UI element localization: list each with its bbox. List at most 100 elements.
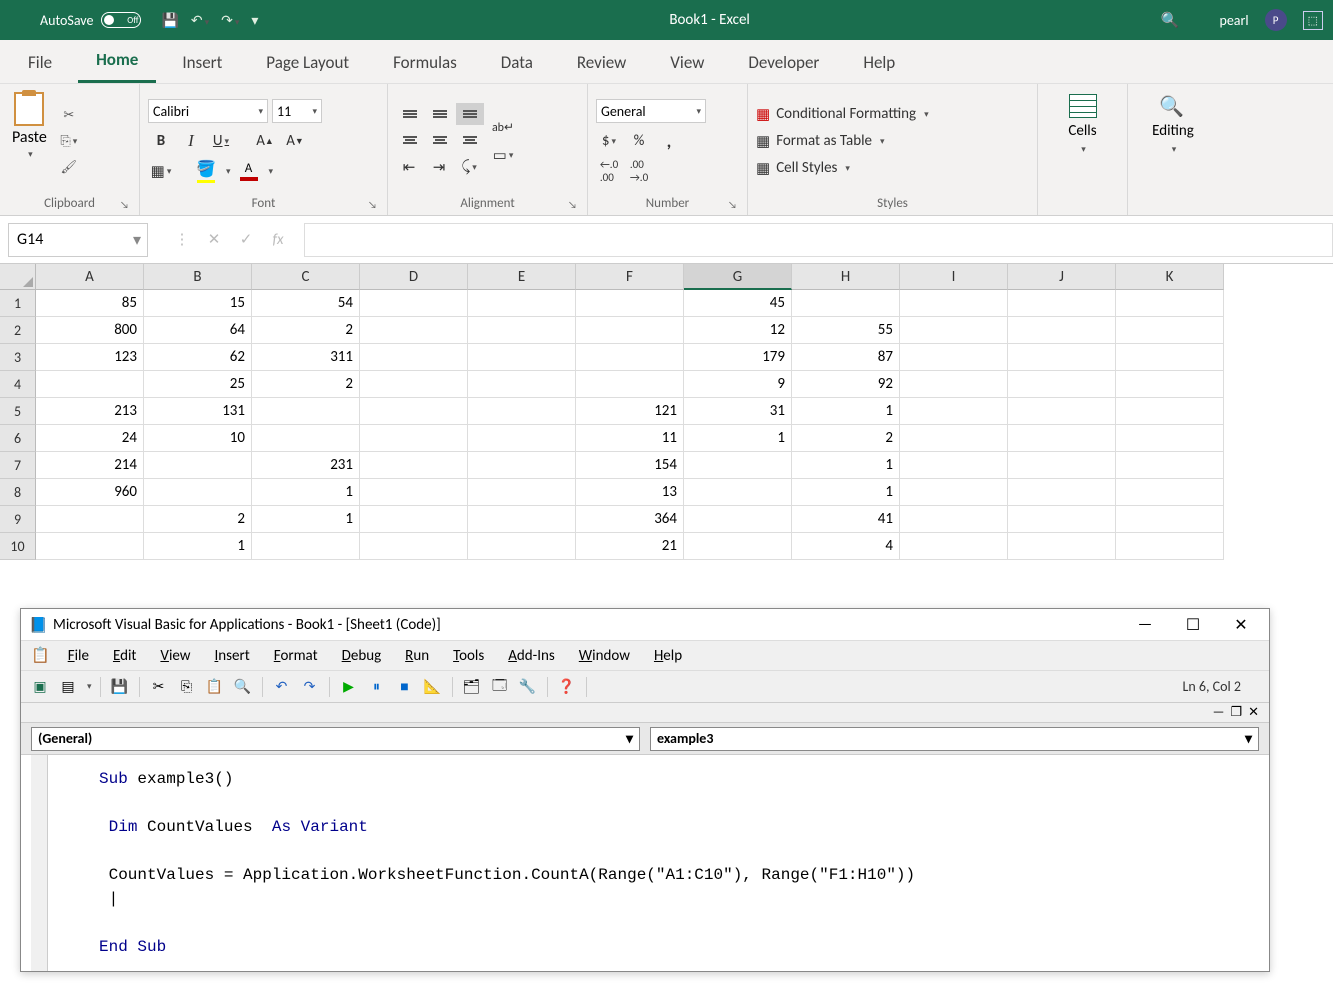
design-mode-icon[interactable]: 📐 bbox=[422, 676, 444, 698]
cell[interactable]: 9 bbox=[684, 371, 792, 398]
vba-menu-format[interactable]: Format bbox=[264, 645, 328, 667]
row-header-3[interactable]: 3 bbox=[0, 344, 36, 371]
cell[interactable]: 54 bbox=[252, 290, 360, 317]
cell[interactable] bbox=[144, 479, 252, 506]
paste-icon[interactable]: 📋 bbox=[204, 676, 226, 698]
save-icon[interactable]: 💾 bbox=[109, 676, 131, 698]
cell[interactable] bbox=[1116, 506, 1224, 533]
row-header-2[interactable]: 2 bbox=[0, 317, 36, 344]
vba-menu-insert[interactable]: Insert bbox=[205, 645, 260, 667]
font-size-select[interactable]: 11▾ bbox=[272, 99, 322, 123]
cell[interactable] bbox=[468, 344, 576, 371]
cell[interactable] bbox=[468, 425, 576, 452]
cell[interactable] bbox=[144, 452, 252, 479]
orientation-button[interactable]: ⤹▾ bbox=[456, 155, 482, 179]
bold-button[interactable]: B bbox=[148, 129, 174, 153]
number-format-select[interactable]: General▾ bbox=[596, 99, 706, 123]
cell[interactable] bbox=[252, 398, 360, 425]
cell[interactable] bbox=[36, 371, 144, 398]
cell[interactable]: 2 bbox=[252, 317, 360, 344]
cell[interactable]: 1 bbox=[792, 398, 900, 425]
ribbon-display-icon[interactable]: ⬚ bbox=[1303, 11, 1323, 30]
cell[interactable] bbox=[1116, 533, 1224, 560]
cell[interactable]: 131 bbox=[144, 398, 252, 425]
cell[interactable]: 311 bbox=[252, 344, 360, 371]
cell[interactable] bbox=[1008, 533, 1116, 560]
maximize-button[interactable]: ☐ bbox=[1173, 615, 1213, 635]
cell[interactable]: 62 bbox=[144, 344, 252, 371]
cell[interactable] bbox=[1116, 425, 1224, 452]
cell[interactable] bbox=[1116, 344, 1224, 371]
cell[interactable]: 1 bbox=[252, 479, 360, 506]
increase-font-button[interactable]: A▲ bbox=[252, 129, 278, 153]
vba-menu-run[interactable]: Run bbox=[395, 645, 439, 667]
col-header-K[interactable]: K bbox=[1116, 264, 1224, 290]
merge-center-button[interactable]: ▭▾ bbox=[490, 143, 516, 167]
cell[interactable] bbox=[1116, 452, 1224, 479]
fill-color-button[interactable]: 🪣 bbox=[192, 159, 220, 183]
cell[interactable] bbox=[900, 425, 1008, 452]
col-header-J[interactable]: J bbox=[1008, 264, 1116, 290]
cell[interactable] bbox=[900, 290, 1008, 317]
fx-icon[interactable]: fx bbox=[262, 225, 294, 255]
cell[interactable] bbox=[576, 317, 684, 344]
search-icon[interactable]: 🔍 bbox=[1161, 11, 1180, 30]
font-name-select[interactable]: Calibri▾ bbox=[148, 99, 268, 123]
decrease-indent-button[interactable]: ⇤ bbox=[396, 155, 422, 179]
cell[interactable]: 21 bbox=[576, 533, 684, 560]
cell[interactable]: 231 bbox=[252, 452, 360, 479]
cell[interactable]: 12 bbox=[684, 317, 792, 344]
underline-button[interactable]: U▾ bbox=[208, 129, 234, 153]
cell[interactable] bbox=[360, 533, 468, 560]
cut-icon[interactable]: ✂ bbox=[57, 104, 81, 126]
autosave-toggle[interactable]: AutoSave Off bbox=[40, 12, 141, 29]
cell[interactable]: 92 bbox=[792, 371, 900, 398]
col-header-C[interactable]: C bbox=[252, 264, 360, 290]
vba-menu-file[interactable]: File bbox=[58, 645, 99, 667]
cell[interactable] bbox=[360, 317, 468, 344]
cell[interactable]: 11 bbox=[576, 425, 684, 452]
cell[interactable] bbox=[1008, 425, 1116, 452]
child-minimize-button[interactable]: — bbox=[1213, 705, 1225, 720]
cell[interactable]: 55 bbox=[792, 317, 900, 344]
cell[interactable] bbox=[1008, 479, 1116, 506]
cell[interactable] bbox=[1008, 317, 1116, 344]
tab-insert[interactable]: Insert bbox=[164, 42, 240, 83]
view-excel-icon[interactable]: ▣ bbox=[29, 676, 51, 698]
select-all-corner[interactable] bbox=[0, 264, 36, 290]
cell[interactable]: 15 bbox=[144, 290, 252, 317]
col-header-B[interactable]: B bbox=[144, 264, 252, 290]
cell[interactable] bbox=[900, 398, 1008, 425]
tab-developer[interactable]: Developer bbox=[730, 42, 837, 83]
cell[interactable]: 960 bbox=[36, 479, 144, 506]
cell[interactable] bbox=[468, 506, 576, 533]
cell[interactable]: 85 bbox=[36, 290, 144, 317]
copy-icon[interactable]: ⎘▾ bbox=[57, 130, 81, 152]
align-center-button[interactable] bbox=[426, 129, 454, 151]
row-header-10[interactable]: 10 bbox=[0, 533, 36, 560]
cell[interactable] bbox=[468, 317, 576, 344]
cell[interactable]: 1 bbox=[684, 425, 792, 452]
object-browser-icon[interactable]: 🔧 bbox=[517, 676, 539, 698]
increase-decimal-button[interactable]: ←.0.00 bbox=[596, 159, 622, 183]
dialog-launcher-icon[interactable]: ↘ bbox=[120, 198, 129, 211]
cell[interactable]: 179 bbox=[684, 344, 792, 371]
tab-page-layout[interactable]: Page Layout bbox=[248, 42, 367, 83]
cell[interactable] bbox=[684, 533, 792, 560]
cell[interactable] bbox=[1008, 371, 1116, 398]
align-bottom-button[interactable] bbox=[456, 103, 484, 125]
row-header-1[interactable]: 1 bbox=[0, 290, 36, 317]
minimize-button[interactable]: — bbox=[1125, 615, 1165, 635]
cell[interactable]: 2 bbox=[144, 506, 252, 533]
col-header-D[interactable]: D bbox=[360, 264, 468, 290]
cell[interactable] bbox=[1008, 506, 1116, 533]
tab-file[interactable]: File bbox=[10, 42, 70, 83]
cell[interactable] bbox=[1116, 371, 1224, 398]
vba-menu-view[interactable]: View bbox=[150, 645, 200, 667]
save-icon[interactable]: 💾 bbox=[161, 12, 178, 29]
cell[interactable] bbox=[468, 533, 576, 560]
cell[interactable] bbox=[900, 371, 1008, 398]
close-button[interactable]: ✕ bbox=[1221, 615, 1261, 635]
format-as-table-button[interactable]: ▦Format as Table▾ bbox=[756, 132, 929, 151]
col-header-A[interactable]: A bbox=[36, 264, 144, 290]
